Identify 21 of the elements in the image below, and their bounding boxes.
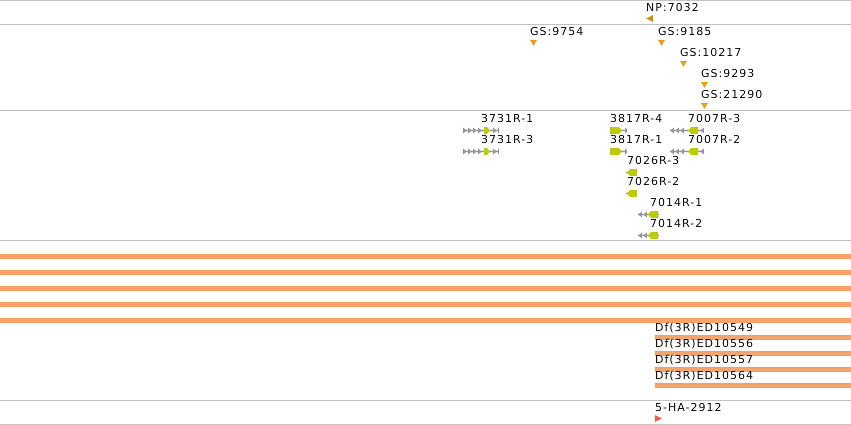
feature-label: Df(3R)ED10549 xyxy=(655,322,754,334)
feature-label: GS:21290 xyxy=(701,89,764,101)
feature-label: GS:9293 xyxy=(701,68,756,80)
feature-label: 7026R-3 xyxy=(627,155,680,167)
feature-label: 3731R-1 xyxy=(481,113,534,125)
feature-label: 7014R-2 xyxy=(650,218,704,230)
feature-label: 3817R-4 xyxy=(610,113,664,125)
feature-label: GS:10217 xyxy=(680,47,742,59)
feature-label: 7007R-2 xyxy=(688,134,742,146)
feature-label: 3731R-3 xyxy=(481,134,534,146)
feature-label: Df(3R)ED10564 xyxy=(655,370,754,382)
feature-label: 7014R-1 xyxy=(650,197,704,209)
feature-label: Df(3R)ED10557 xyxy=(655,354,754,366)
feature-label: GS:9185 xyxy=(658,26,712,38)
feature-label: 7007R-3 xyxy=(688,113,742,125)
feature-label: NP:7032 xyxy=(646,2,700,14)
feature-label: GS:9754 xyxy=(530,26,584,38)
feature-label: 3817R-1 xyxy=(610,134,664,146)
feature-label: 5-HA-2912 xyxy=(655,402,722,414)
feature-label: 7026R-2 xyxy=(627,176,680,188)
feature-label: Df(3R)ED10556 xyxy=(655,338,754,350)
